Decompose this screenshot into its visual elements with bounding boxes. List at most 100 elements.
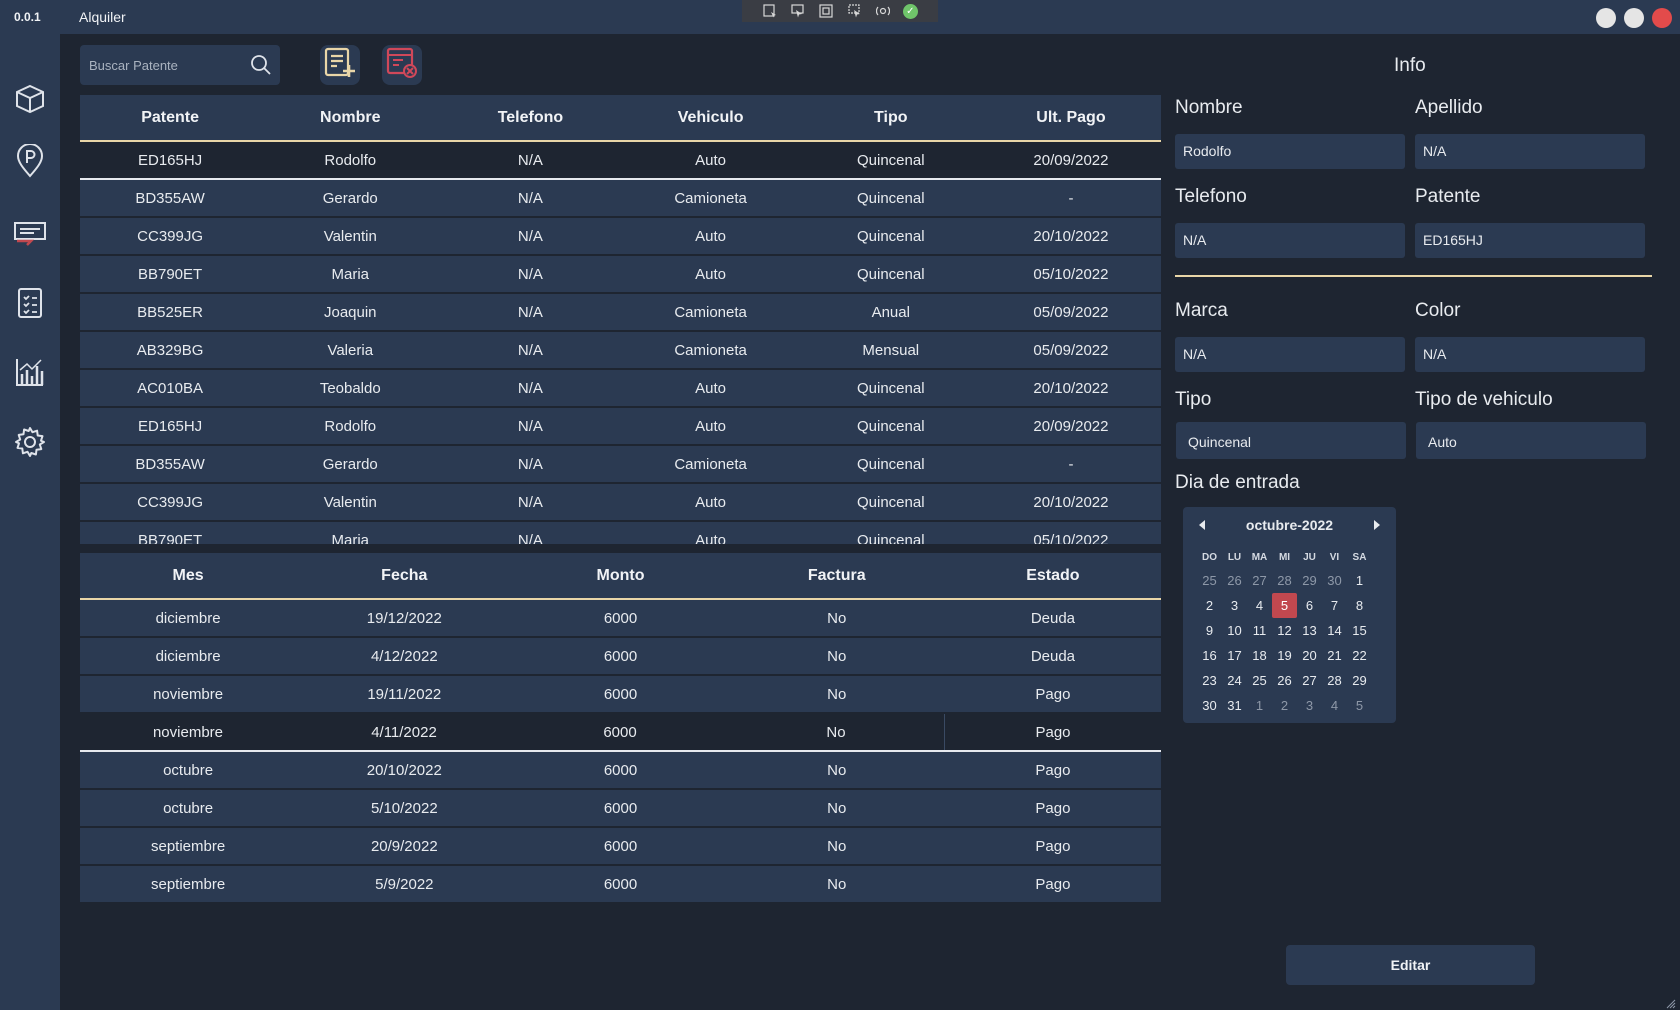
- select-element-icon[interactable]: [790, 3, 806, 19]
- tipo-select[interactable]: Quincenal: [1176, 422, 1406, 459]
- live-tree-icon[interactable]: [762, 3, 778, 19]
- minimize-button[interactable]: [1596, 8, 1616, 28]
- calendar-day[interactable]: 15: [1347, 618, 1372, 643]
- calendar-day[interactable]: 26: [1222, 568, 1247, 593]
- calendar-day[interactable]: 30: [1322, 568, 1347, 593]
- apellido-field[interactable]: N/A: [1415, 134, 1645, 169]
- box-icon[interactable]: [12, 81, 48, 117]
- calendar-day[interactable]: 27: [1297, 668, 1322, 693]
- calendar-day[interactable]: 11: [1247, 618, 1272, 643]
- calendar-day[interactable]: 17: [1222, 643, 1247, 668]
- calendar-day-selected[interactable]: 5: [1272, 593, 1297, 618]
- report-icon[interactable]: [12, 285, 48, 321]
- track-focus-icon[interactable]: [847, 3, 863, 19]
- table-row[interactable]: AC010BA Teobaldo N/A Auto Quincenal 20/10/202…: [80, 370, 1161, 408]
- calendar-day[interactable]: 24: [1222, 668, 1247, 693]
- nombre-field[interactable]: Rodolfo: [1175, 134, 1405, 169]
- calendar-day[interactable]: 6: [1297, 593, 1322, 618]
- table-row[interactable]: septiembre 20/9/2022 6000 No Pago: [80, 828, 1161, 866]
- next-month-icon[interactable]: [1374, 520, 1380, 530]
- color-field[interactable]: N/A: [1415, 337, 1645, 372]
- calendar-day[interactable]: 2: [1272, 693, 1297, 718]
- column-header-mes[interactable]: Mes: [80, 553, 296, 598]
- calendar-day[interactable]: 16: [1197, 643, 1222, 668]
- column-header-telefono[interactable]: Telefono: [440, 95, 620, 140]
- gear-icon[interactable]: [12, 424, 48, 460]
- calendar-day[interactable]: 31: [1222, 693, 1247, 718]
- column-header-ult-pago[interactable]: Ult. Pago: [981, 95, 1161, 140]
- calendar-day[interactable]: 20: [1297, 643, 1322, 668]
- column-header-estado[interactable]: Estado: [945, 553, 1161, 598]
- calendar-day[interactable]: 12: [1272, 618, 1297, 643]
- edit-button[interactable]: Editar: [1286, 945, 1535, 985]
- table-row[interactable]: diciembre 4/12/2022 6000 No Deuda: [80, 638, 1161, 676]
- close-button[interactable]: [1652, 8, 1672, 28]
- search-input[interactable]: [89, 55, 239, 75]
- calendar-day[interactable]: 29: [1297, 568, 1322, 593]
- calendar-day[interactable]: 28: [1322, 668, 1347, 693]
- calendar-day[interactable]: 3: [1222, 593, 1247, 618]
- ticket-icon[interactable]: [12, 215, 48, 251]
- column-header-monto[interactable]: Monto: [512, 553, 728, 598]
- calendar-day[interactable]: 2: [1197, 593, 1222, 618]
- calendar-day[interactable]: 13: [1297, 618, 1322, 643]
- calendar-day[interactable]: 8: [1347, 593, 1372, 618]
- calendar-day[interactable]: 9: [1197, 618, 1222, 643]
- calendar-day[interactable]: 1: [1247, 693, 1272, 718]
- calendar-day[interactable]: 5: [1347, 693, 1372, 718]
- column-header-fecha[interactable]: Fecha: [296, 553, 512, 598]
- calendar-day[interactable]: 4: [1322, 693, 1347, 718]
- table-row[interactable]: BB790ET Maria N/A Auto Quincenal 05/10/2022: [80, 256, 1161, 294]
- display-layout-adorners-icon[interactable]: [818, 3, 834, 19]
- calendar-day[interactable]: 4: [1247, 593, 1272, 618]
- column-header-nombre[interactable]: Nombre: [260, 95, 440, 140]
- marca-field[interactable]: N/A: [1175, 337, 1405, 372]
- table-row[interactable]: diciembre 19/12/2022 6000 No Deuda: [80, 600, 1161, 638]
- table-row[interactable]: BB790ET Maria N/A Auto Quincenal 05/10/2022: [80, 522, 1161, 544]
- calendar-day[interactable]: 29: [1347, 668, 1372, 693]
- table-row[interactable]: noviembre 19/11/2022 6000 No Pago: [80, 676, 1161, 714]
- resize-grip-icon[interactable]: [1666, 996, 1676, 1009]
- calendar-day[interactable]: 23: [1197, 668, 1222, 693]
- search-icon[interactable]: [250, 54, 272, 76]
- calendar-day[interactable]: 28: [1272, 568, 1297, 593]
- hot-reload-icon[interactable]: [875, 3, 891, 19]
- telefono-field[interactable]: N/A: [1175, 223, 1405, 258]
- calendar-day[interactable]: 27: [1247, 568, 1272, 593]
- table-row[interactable]: ED165HJ Rodolfo N/A Auto Quincenal 20/09/2022: [80, 408, 1161, 446]
- tipo-vehiculo-select[interactable]: Auto: [1416, 422, 1646, 459]
- column-header-factura[interactable]: Factura: [729, 553, 945, 598]
- calendar-day[interactable]: 18: [1247, 643, 1272, 668]
- calendar-day[interactable]: 21: [1322, 643, 1347, 668]
- calendar-day[interactable]: 19: [1272, 643, 1297, 668]
- calendar-day[interactable]: 25: [1247, 668, 1272, 693]
- calendar-day[interactable]: 22: [1347, 643, 1372, 668]
- binding-ok-icon[interactable]: ✓: [902, 3, 918, 19]
- patente-field[interactable]: ED165HJ: [1415, 223, 1645, 258]
- table-row[interactable]: ED165HJ Rodolfo N/A Auto Quincenal 20/09/2022: [80, 142, 1161, 180]
- calendar-day[interactable]: 25: [1197, 568, 1222, 593]
- chart-icon[interactable]: [12, 354, 48, 390]
- table-row[interactable]: CC399JG Valentin N/A Auto Quincenal 20/10/202…: [80, 484, 1161, 522]
- table-row[interactable]: CC399JG Valentin N/A Auto Quincenal 20/10/202…: [80, 218, 1161, 256]
- table-row[interactable]: BD355AW Gerardo N/A Camioneta Quincenal -: [80, 180, 1161, 218]
- column-header-tipo[interactable]: Tipo: [801, 95, 981, 140]
- calendar-day[interactable]: 30: [1197, 693, 1222, 718]
- calendar-day[interactable]: 26: [1272, 668, 1297, 693]
- calendar-day[interactable]: 14: [1322, 618, 1347, 643]
- parking-icon[interactable]: [12, 143, 48, 179]
- add-tenant-button[interactable]: [320, 45, 360, 85]
- table-row[interactable]: octubre 5/10/2022 6000 No Pago: [80, 790, 1161, 828]
- column-header-vehiculo[interactable]: Vehiculo: [621, 95, 801, 140]
- table-row[interactable]: octubre 20/10/2022 6000 No Pago: [80, 752, 1161, 790]
- maximize-button[interactable]: [1624, 8, 1644, 28]
- table-row[interactable]: septiembre 5/9/2022 6000 No Pago: [80, 866, 1161, 903]
- table-row[interactable]: BB525ER Joaquin N/A Camioneta Anual 05/09/202…: [80, 294, 1161, 332]
- table-row[interactable]: noviembre 4/11/2022 6000 No Pago: [80, 714, 1161, 752]
- calendar-day[interactable]: 7: [1322, 593, 1347, 618]
- calendar-day[interactable]: 3: [1297, 693, 1322, 718]
- calendar-month[interactable]: octubre-2022: [1183, 517, 1396, 533]
- calendar-day[interactable]: 10: [1222, 618, 1247, 643]
- table-row[interactable]: AB329BG Valeria N/A Camioneta Mensual 05/09/2…: [80, 332, 1161, 370]
- delete-tenant-button[interactable]: [382, 45, 422, 85]
